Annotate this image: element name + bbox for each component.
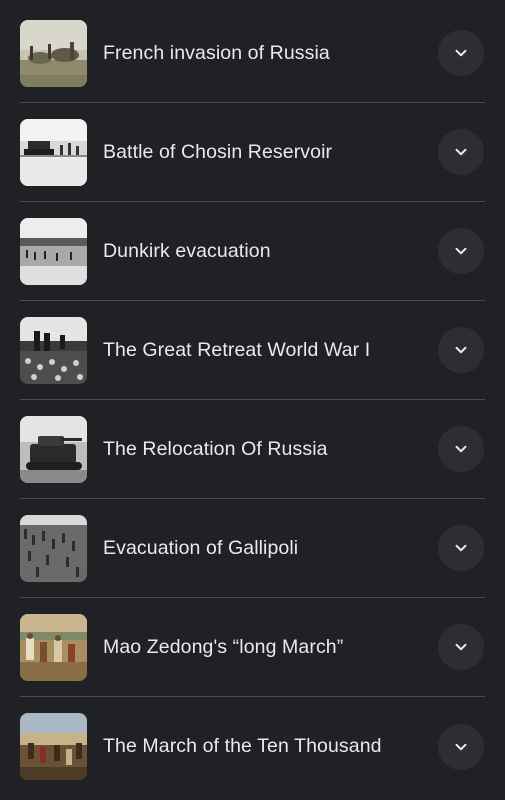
expand-button[interactable] <box>438 129 484 175</box>
chevron-down-icon <box>455 544 467 552</box>
list-item[interactable]: The Great Retreat World War I <box>20 301 485 400</box>
list-item[interactable]: French invasion of Russia <box>20 4 485 103</box>
item-title: The March of the Ten Thousand <box>103 735 382 757</box>
thumbnail-image <box>20 118 87 186</box>
expand-button[interactable] <box>438 525 484 571</box>
item-title: The Relocation Of Russia <box>103 437 328 460</box>
list-item[interactable]: The Relocation Of Russia <box>20 400 485 499</box>
expand-button[interactable] <box>438 723 484 770</box>
expand-button[interactable] <box>438 30 484 76</box>
chevron-down-icon <box>455 445 467 453</box>
item-title: Dunkirk evacuation <box>103 239 271 262</box>
list-item[interactable]: Battle of Chosin Reservoir <box>20 103 485 202</box>
chevron-down-icon <box>455 247 467 255</box>
thumbnail-image <box>20 613 87 681</box>
item-title: Mao Zedong's “long March” <box>103 635 344 658</box>
list-item[interactable]: The March of the Ten Thousand <box>20 697 485 796</box>
list-item[interactable]: Mao Zedong's “long March” <box>20 598 485 697</box>
list-item[interactable]: Evacuation of Gallipoli <box>20 499 485 598</box>
item-title: French invasion of Russia <box>103 41 330 64</box>
item-title: Battle of Chosin Reservoir <box>103 140 333 163</box>
list-item[interactable]: Dunkirk evacuation <box>20 202 485 301</box>
expand-button[interactable] <box>438 624 484 670</box>
item-title: Evacuation of Gallipoli <box>103 536 299 559</box>
chevron-down-icon <box>455 148 467 156</box>
expand-button[interactable] <box>438 327 484 373</box>
related-searches-list: French invasion of Russia Battle of Chos… <box>20 4 485 796</box>
thumbnail-image <box>20 19 87 87</box>
chevron-down-icon <box>455 49 467 57</box>
thumbnail-image <box>20 514 87 582</box>
thumbnail-image <box>20 713 87 780</box>
expand-button[interactable] <box>438 228 484 274</box>
item-title: The Great Retreat World War I <box>103 338 371 361</box>
chevron-down-icon <box>455 346 467 354</box>
expand-button[interactable] <box>438 426 484 472</box>
thumbnail-image <box>20 316 87 384</box>
thumbnail-image <box>20 415 87 483</box>
chevron-down-icon <box>455 743 467 750</box>
thumbnail-image <box>20 217 87 285</box>
chevron-down-icon <box>455 643 467 651</box>
